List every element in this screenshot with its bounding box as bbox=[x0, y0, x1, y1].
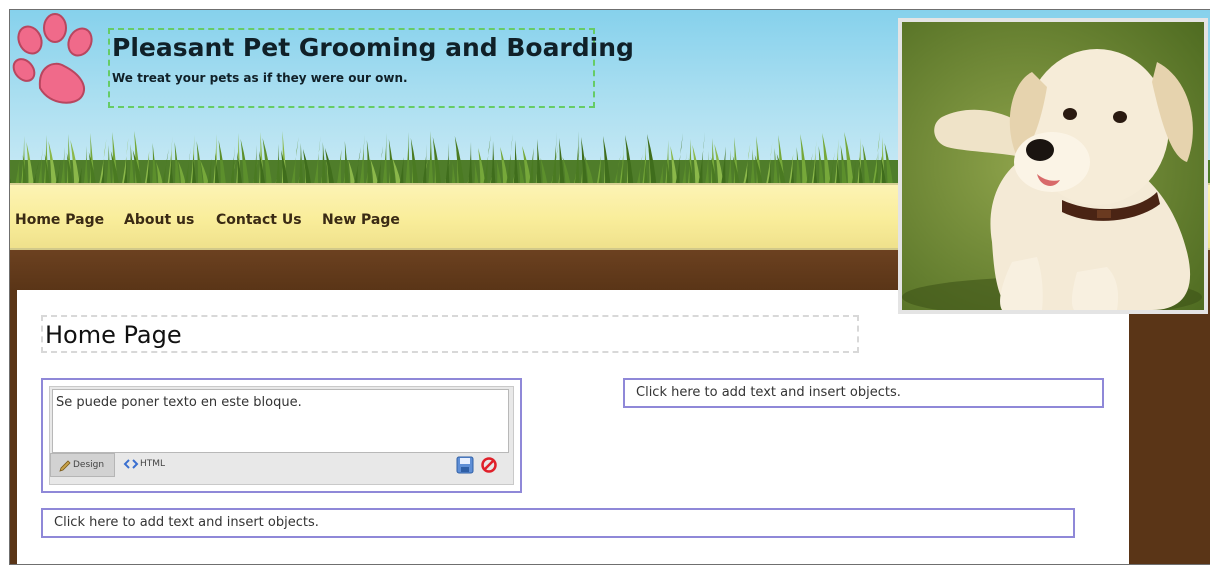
design-tab[interactable]: Design bbox=[50, 453, 115, 477]
site-tagline: We treat your pets as if they were our o… bbox=[112, 71, 408, 85]
nav-item-new-page[interactable]: New Page bbox=[322, 212, 400, 228]
editor-text-area[interactable]: Se puede poner texto en este bloque. bbox=[52, 389, 509, 453]
site-title: Pleasant Pet Grooming and Boarding bbox=[112, 33, 634, 62]
editor-text: Se puede poner texto en este bloque. bbox=[56, 395, 302, 410]
add-content-block-bottom[interactable]: Click here to add text and insert object… bbox=[41, 508, 1075, 538]
text-editor: Se puede poner texto en este bloque. Des… bbox=[49, 386, 514, 485]
page-title-box[interactable]: Home Page bbox=[41, 315, 859, 353]
page-title: Home Page bbox=[45, 321, 182, 349]
code-brackets-icon bbox=[123, 459, 139, 469]
add-content-text-right: Click here to add text and insert object… bbox=[636, 385, 901, 400]
nav-item-home-page[interactable]: Home Page bbox=[15, 212, 104, 228]
editor-toolbar: Design HTML bbox=[50, 453, 513, 479]
save-icon[interactable] bbox=[456, 456, 474, 474]
html-tab-label: HTML bbox=[140, 459, 166, 469]
nav-item-about-us[interactable]: About us bbox=[124, 212, 194, 228]
html-tab[interactable]: HTML bbox=[120, 453, 180, 477]
paw-print-icon bbox=[12, 13, 93, 104]
design-tab-label: Design bbox=[73, 460, 105, 470]
text-editor-block: Se puede poner texto en este bloque. Des… bbox=[41, 378, 522, 493]
pencil-icon bbox=[59, 460, 71, 472]
site-title-box[interactable]: Pleasant Pet Grooming and Boarding We tr… bbox=[108, 28, 634, 108]
puppy-photo bbox=[898, 18, 1208, 314]
main-content: Home Page Se puede poner texto en este b… bbox=[17, 290, 1129, 564]
cancel-icon[interactable] bbox=[480, 456, 498, 474]
add-content-text-bottom: Click here to add text and insert object… bbox=[54, 515, 319, 530]
nav-item-contact-us[interactable]: Contact Us bbox=[216, 212, 302, 228]
add-content-block-right[interactable]: Click here to add text and insert object… bbox=[623, 378, 1104, 408]
website-frame: Pleasant Pet Grooming and Boarding We tr… bbox=[9, 9, 1210, 565]
